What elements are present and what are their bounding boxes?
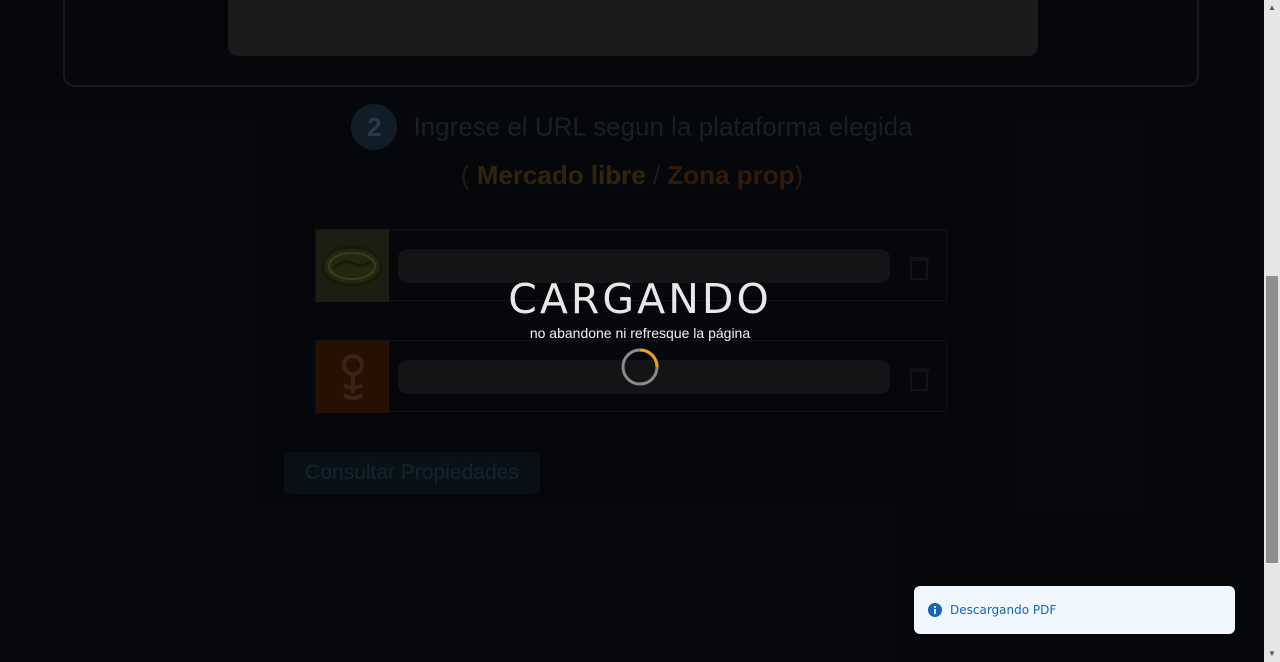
vertical-scrollbar[interactable]: ▲ ▼	[1264, 0, 1280, 662]
info-icon	[928, 603, 942, 617]
scrollbar-thumb[interactable]	[1266, 276, 1278, 563]
scroll-down-arrow-icon[interactable]: ▼	[1264, 646, 1280, 662]
scroll-up-arrow-icon[interactable]: ▲	[1264, 0, 1280, 16]
loading-title: CARGANDO	[508, 275, 772, 323]
loading-subtitle: no abandone ni refresque la página	[529, 325, 751, 341]
toast-message: Descargando PDF	[950, 603, 1057, 617]
toast-notification[interactable]: Descargando PDF	[914, 586, 1235, 634]
loading-spinner-icon	[620, 347, 660, 387]
